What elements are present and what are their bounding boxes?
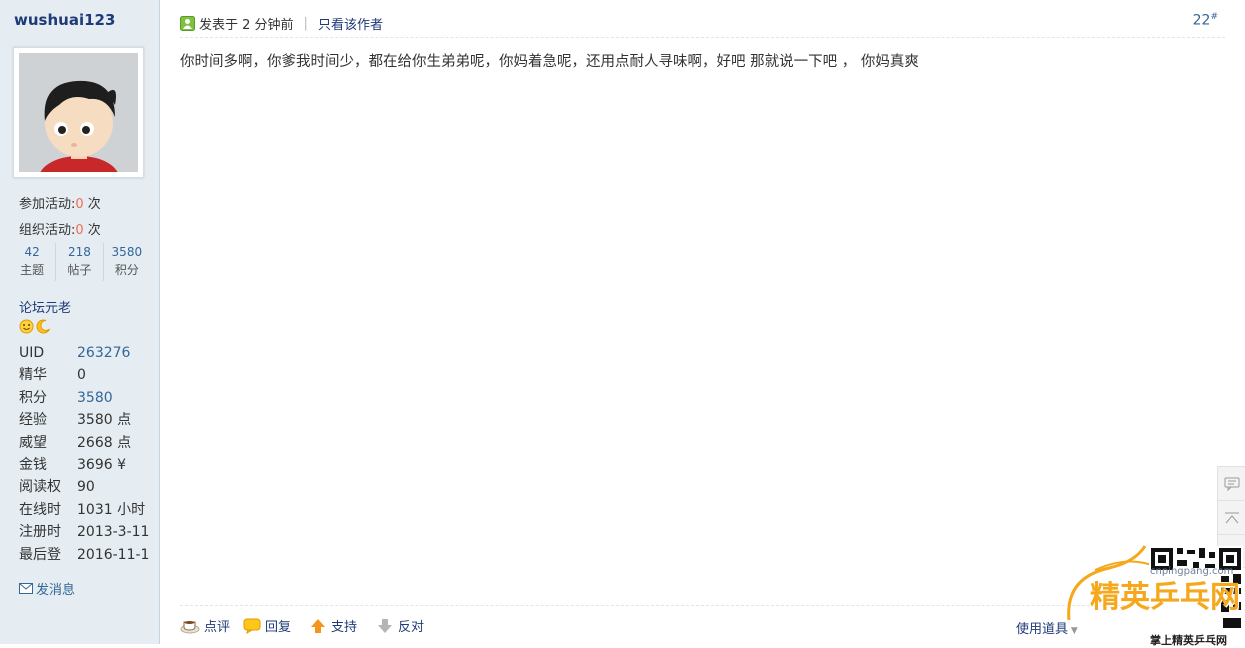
watermark-tagline: 掌上精英乒乓网	[1150, 634, 1227, 647]
send-message-button[interactable]: 发消息	[19, 579, 75, 598]
activity-organized: 组织活动:0 次	[19, 223, 101, 238]
coffee-cup-icon	[180, 620, 200, 633]
profile-row: 积分 3580	[19, 389, 113, 406]
profile-row: 经验 3580 点	[19, 412, 132, 429]
speech-bubble-icon	[243, 618, 261, 634]
smiley-medal-icon	[19, 319, 34, 334]
post-time: 发表于 2 分钟前	[199, 18, 294, 33]
profile-row: 威望 2668 点	[19, 434, 132, 451]
oppose-button[interactable]: 反对	[376, 616, 424, 635]
back-to-top-button[interactable]	[1218, 501, 1245, 535]
username-link[interactable]: wushuai123	[14, 11, 115, 29]
floor-number-link[interactable]: 22#	[1193, 12, 1218, 29]
stat-posts[interactable]: 218 帖子	[56, 243, 104, 281]
profile-row: 精华 0	[19, 367, 86, 384]
avatar-image	[19, 53, 138, 172]
user-group-link[interactable]: 论坛元老	[19, 297, 71, 316]
arrow-down-icon	[378, 618, 392, 633]
avatar[interactable]	[13, 47, 144, 178]
chat-icon	[1224, 477, 1240, 491]
activity-joined: 参加活动:0 次	[19, 197, 101, 212]
medals	[19, 319, 51, 334]
stat-threads[interactable]: 42 主题	[9, 243, 57, 281]
envelope-icon	[19, 583, 33, 594]
stat-credits[interactable]: 3580 积分	[104, 243, 150, 281]
arrow-up-icon	[311, 618, 325, 633]
back-to-top-icon	[1225, 512, 1239, 523]
profile-row: 最后登 2016-11-1	[19, 546, 150, 563]
post-content: 你时间多啊，你爹我时间少，都在给你生弟弟呢，你妈着急呢，还用点耐人寻味啊，好吧 …	[180, 54, 919, 70]
profile-row: 在线时 1031 小时	[19, 501, 146, 518]
reply-button[interactable]: 回复	[243, 616, 291, 635]
user-sidebar: wushuai123 参加活动:0 次 组织活动:0 次 42 主题 218 帖…	[0, 0, 160, 644]
watermark-brand: 精英乒乓网	[1090, 580, 1240, 615]
profile-row: 阅读权 90	[19, 479, 95, 496]
support-button[interactable]: 支持	[309, 616, 357, 635]
moon-medal-icon	[36, 319, 50, 334]
post-header: 发表于 2 分钟前 | 只看该作者	[180, 10, 1225, 38]
site-watermark: cnpingpang.com 精英乒乓网 掌上精英乒乓网	[1065, 544, 1245, 647]
divider: |	[303, 16, 308, 31]
user-profile-info: UID 263276 精华 0 积分 3580 经验 3580 点 威望 2668 点 金…	[19, 342, 159, 566]
profile-row: 金钱 3696 ¥	[19, 456, 126, 473]
quick-reply-button[interactable]	[1218, 467, 1245, 501]
online-user-icon	[180, 16, 195, 31]
author-only-link[interactable]: 只看该作者	[318, 14, 383, 33]
comment-button[interactable]: 点评	[180, 616, 230, 635]
profile-row: UID 263276	[19, 345, 131, 361]
profile-row: 注册时 2013-3-11	[19, 524, 150, 541]
user-stats: 42 主题 218 帖子 3580 积分	[9, 243, 150, 281]
